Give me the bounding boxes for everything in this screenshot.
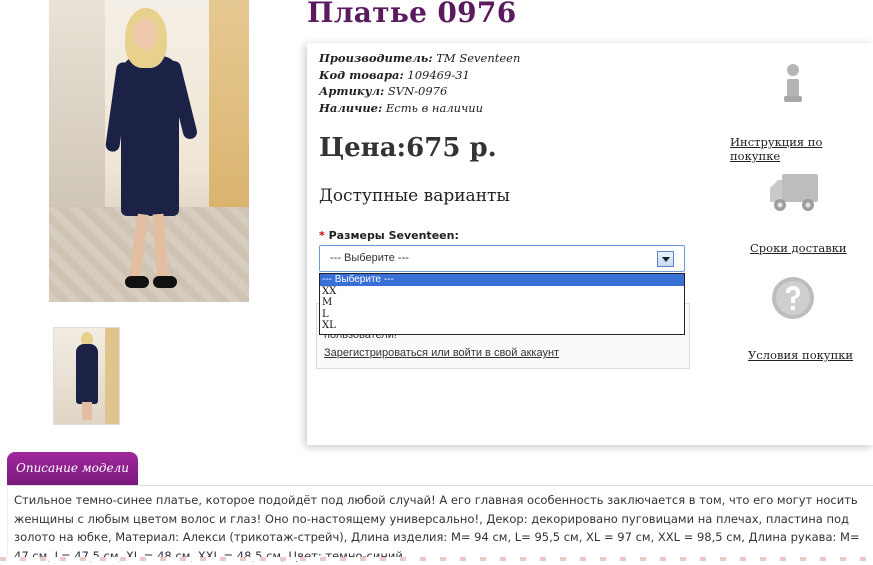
size-option[interactable]: L	[320, 309, 684, 321]
size-option[interactable]: XL	[320, 320, 684, 332]
variants-heading: Доступные варианты	[319, 186, 510, 206]
sidebar-link-instructions[interactable]: Инструкция по покупке	[730, 135, 873, 163]
image-model-dress	[121, 56, 179, 216]
image-wall	[209, 0, 249, 230]
image-model-shoe	[125, 276, 149, 288]
info-icon[interactable]	[779, 62, 807, 104]
image-pavement	[49, 207, 249, 302]
footer-decoration	[0, 557, 873, 561]
delivery-truck-icon[interactable]	[768, 172, 820, 214]
size-select[interactable]: --- Выберите ---	[319, 245, 685, 272]
tab-description[interactable]: Описание модели	[7, 452, 138, 485]
size-option[interactable]: --- Выберите ---	[320, 274, 684, 286]
meta-label: Наличие:	[319, 100, 383, 115]
thumb-model-legs	[82, 402, 92, 420]
meta-manufacturer: Производитель: ТМ Seventeen	[319, 50, 520, 67]
product-thumbnail[interactable]	[53, 327, 120, 425]
thumb-wall	[105, 328, 119, 424]
meta-label: Производитель:	[319, 51, 433, 65]
product-main-image[interactable]	[49, 0, 249, 302]
size-select-label-text: Размеры Seventeen:	[328, 229, 459, 242]
meta-availability: Наличие: Есть в наличии	[319, 100, 520, 117]
meta-value: Есть в наличии	[385, 100, 484, 115]
size-select-label: * Размеры Seventeen:	[319, 229, 459, 242]
size-option[interactable]: XX	[320, 286, 684, 298]
thumb-model-dress	[76, 344, 98, 404]
size-option[interactable]: M	[320, 297, 684, 309]
product-meta: Производитель: ТМ Seventeen Код товара: …	[319, 50, 520, 116]
meta-value: 109469-31	[407, 67, 470, 82]
product-price: Цена:675 р.	[319, 133, 497, 163]
size-dropdown-list: --- Выберите --- XX M L XL	[319, 273, 685, 335]
sidebar-link-delivery[interactable]: Сроки доставки	[750, 241, 847, 255]
question-icon[interactable]	[771, 276, 815, 320]
register-login-link[interactable]: Зарегистрироваться или войти в свой акка…	[324, 347, 559, 359]
meta-label: Артикул:	[319, 84, 385, 98]
meta-label: Код товара:	[319, 67, 404, 82]
sidebar-link-terms[interactable]: Условия покупки	[748, 348, 853, 362]
required-mark: *	[319, 229, 325, 242]
size-select-value: --- Выберите ---	[330, 252, 409, 264]
chevron-down-icon[interactable]	[657, 251, 674, 267]
meta-value: SVN-0976	[387, 84, 448, 98]
image-wall	[49, 0, 105, 210]
image-model-face	[133, 18, 157, 50]
meta-code: Код товара: 109469-31	[319, 67, 520, 84]
meta-article: Артикул: SVN-0976	[319, 83, 520, 100]
product-title: Платье 0976	[307, 0, 517, 29]
meta-value: ТМ Seventeen	[436, 51, 521, 65]
description-text: Стильное темно-синее платье, которое под…	[14, 493, 860, 563]
image-model-shoe	[153, 276, 177, 288]
